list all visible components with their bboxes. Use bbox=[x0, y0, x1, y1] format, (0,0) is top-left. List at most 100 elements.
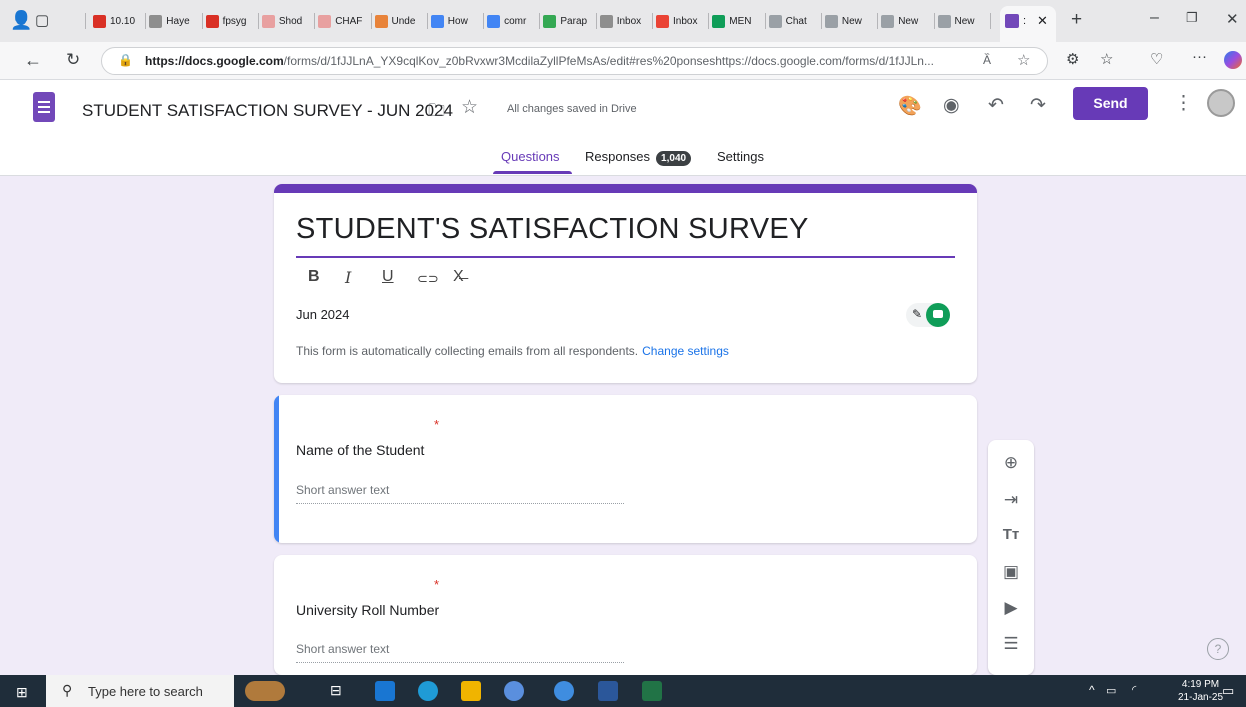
tab-questions[interactable]: Questions bbox=[501, 149, 560, 164]
browser-tab-label: New bbox=[841, 15, 862, 27]
add-video-icon[interactable]: ▶ bbox=[1001, 598, 1021, 618]
outlook-icon[interactable] bbox=[375, 681, 395, 701]
task-view-icon[interactable]: ⊟ bbox=[330, 682, 342, 699]
redo-icon[interactable]: ↷ bbox=[1030, 94, 1046, 117]
focus-indicator bbox=[274, 395, 279, 543]
browser-tab[interactable]: Parap bbox=[543, 10, 593, 32]
bold-button[interactable]: B bbox=[308, 268, 320, 286]
tab-favicon-icon bbox=[768, 14, 782, 28]
file-explorer-icon[interactable] bbox=[461, 681, 481, 701]
question-card[interactable]: * Name of the Student Short answer text bbox=[274, 395, 977, 543]
read-aloud-icon[interactable]: A᷈ bbox=[983, 53, 991, 67]
tab-responses[interactable]: Responses 1,040 bbox=[585, 149, 692, 166]
import-questions-icon[interactable]: ⇥ bbox=[1001, 490, 1021, 510]
browser-tab[interactable]: CHAF bbox=[318, 10, 368, 32]
add-section-icon[interactable]: ☰ bbox=[1001, 634, 1021, 654]
minimize-icon[interactable]: – bbox=[1150, 9, 1159, 27]
browser-tab[interactable]: fpsyg bbox=[205, 10, 256, 32]
widget-icon[interactable] bbox=[245, 681, 285, 701]
browser-tab[interactable]: New bbox=[881, 10, 931, 32]
italic-button[interactable]: I bbox=[345, 268, 351, 287]
link-icon[interactable]: ⊂⊃ bbox=[417, 271, 439, 287]
copilot-icon[interactable] bbox=[1224, 51, 1242, 69]
browser-tab[interactable]: New bbox=[937, 10, 988, 32]
wifi-icon[interactable]: ◜ bbox=[1132, 683, 1136, 696]
extensions-icon[interactable]: ⚙ bbox=[1066, 50, 1079, 68]
preview-eye-icon[interactable]: ◉ bbox=[943, 94, 960, 117]
form-title-card[interactable]: STUDENT'S SATISFACTION SURVEY B I U ⊂⊃ X… bbox=[274, 184, 977, 383]
short-answer-field: Short answer text bbox=[296, 483, 624, 504]
star-icon[interactable]: ☆ bbox=[461, 96, 478, 119]
add-image-icon[interactable]: ▣ bbox=[1001, 562, 1021, 582]
browser-tab[interactable]: New bbox=[824, 10, 875, 32]
form-description[interactable]: Jun 2024 bbox=[296, 307, 350, 322]
browser-tab[interactable]: 10.10 bbox=[93, 10, 143, 32]
browser-tab[interactable]: MEN bbox=[712, 10, 762, 32]
battery-icon[interactable]: ▭ bbox=[1106, 684, 1116, 697]
tab-favicon-icon bbox=[824, 14, 838, 28]
form-name[interactable]: STUDENT SATISFACTION SURVEY - JUN 2024 bbox=[82, 101, 453, 121]
active-tab[interactable]: : ✕ bbox=[1000, 6, 1056, 42]
back-icon[interactable]: ← bbox=[24, 50, 42, 71]
tab-favicon-icon bbox=[430, 14, 444, 28]
question-title[interactable]: Name of the Student bbox=[296, 442, 424, 458]
folder-icon[interactable]: 🗀 bbox=[428, 98, 445, 127]
tab-actions-icon[interactable]: ▢ bbox=[35, 11, 49, 29]
add-title-icon[interactable]: Tт bbox=[1001, 526, 1021, 543]
grammar-extension-icon[interactable]: ✎ bbox=[906, 303, 950, 327]
favorites-icon[interactable]: ☆ bbox=[1100, 50, 1113, 68]
windows-taskbar: ⊞ ⚲ Type here to search ⊟ ^ ▭ ◜ 4:19 PM … bbox=[0, 675, 1246, 707]
tab-favicon-icon bbox=[93, 14, 106, 28]
show-hidden-icons[interactable]: ^ bbox=[1089, 683, 1095, 697]
question-title[interactable]: University Roll Number bbox=[296, 602, 439, 618]
new-tab-icon[interactable]: + bbox=[1071, 9, 1082, 31]
app-icon[interactable] bbox=[554, 681, 574, 701]
active-tab-label: : bbox=[1023, 15, 1027, 27]
more-icon[interactable]: ··· bbox=[1192, 48, 1207, 65]
browser-essentials-icon[interactable]: ♡ bbox=[1150, 50, 1163, 68]
store-icon[interactable] bbox=[504, 681, 524, 701]
edge-icon[interactable] bbox=[418, 681, 438, 701]
url-field[interactable]: 🔒 https://docs.google.com/forms/d/1fJJLn… bbox=[101, 47, 1048, 75]
palette-icon[interactable]: 🎨 bbox=[898, 94, 922, 118]
browser-tab[interactable]: Inbox bbox=[599, 10, 650, 32]
excel-icon[interactable] bbox=[642, 681, 662, 701]
more-options-icon[interactable]: ⋮ bbox=[1174, 92, 1193, 115]
add-question-icon[interactable]: ⊕ bbox=[1001, 453, 1021, 473]
taskbar-clock[interactable]: 4:19 PM 21-Jan-25 bbox=[1178, 678, 1223, 704]
notification-icon[interactable]: ▭ bbox=[1222, 683, 1234, 699]
browser-tab-label: MEN bbox=[729, 15, 752, 27]
clear-format-icon[interactable]: X̶ bbox=[453, 268, 464, 286]
profile-icon[interactable]: 👤 bbox=[10, 10, 32, 31]
favorite-star-icon[interactable]: ☆ bbox=[1017, 51, 1030, 69]
restore-icon[interactable]: ❐ bbox=[1186, 10, 1198, 26]
survey-title[interactable]: STUDENT'S SATISFACTION SURVEY bbox=[296, 213, 809, 246]
browser-tab[interactable]: Haye bbox=[149, 10, 199, 32]
browser-tab-label: Haye bbox=[166, 15, 190, 27]
tab-favicon-icon bbox=[374, 14, 388, 28]
browser-tab-label: Inbox bbox=[673, 15, 698, 27]
help-icon[interactable]: ? bbox=[1207, 638, 1229, 660]
browser-tab[interactable]: Inbox bbox=[656, 10, 706, 32]
close-tab-icon[interactable]: ✕ bbox=[1037, 13, 1048, 29]
taskbar-search[interactable]: ⚲ Type here to search bbox=[46, 675, 234, 707]
change-settings-link[interactable]: Change settings bbox=[642, 344, 729, 358]
undo-icon[interactable]: ↶ bbox=[988, 94, 1004, 117]
windows-start-icon[interactable]: ⊞ bbox=[16, 684, 28, 701]
browser-tab[interactable]: comr bbox=[487, 10, 537, 32]
underline-button[interactable]: U bbox=[382, 268, 394, 286]
window-close-icon[interactable]: ✕ bbox=[1226, 10, 1239, 28]
browser-tab[interactable]: Unde bbox=[374, 10, 425, 32]
search-icon: ⚲ bbox=[62, 682, 73, 698]
question-card[interactable]: * University Roll Number Short answer te… bbox=[274, 555, 977, 675]
question-toolbar: ⊕ ⇥ Tт ▣ ▶ ☰ bbox=[988, 440, 1034, 675]
avatar[interactable] bbox=[1207, 89, 1235, 117]
forms-logo-icon[interactable] bbox=[33, 92, 55, 122]
browser-tab[interactable]: Chat bbox=[768, 10, 819, 32]
browser-tab[interactable]: Shod bbox=[261, 10, 312, 32]
tab-settings[interactable]: Settings bbox=[717, 149, 764, 164]
refresh-icon[interactable]: ↻ bbox=[66, 50, 80, 70]
word-icon[interactable] bbox=[598, 681, 618, 701]
browser-tab[interactable]: How bbox=[430, 10, 481, 32]
send-button[interactable]: Send bbox=[1073, 87, 1148, 120]
